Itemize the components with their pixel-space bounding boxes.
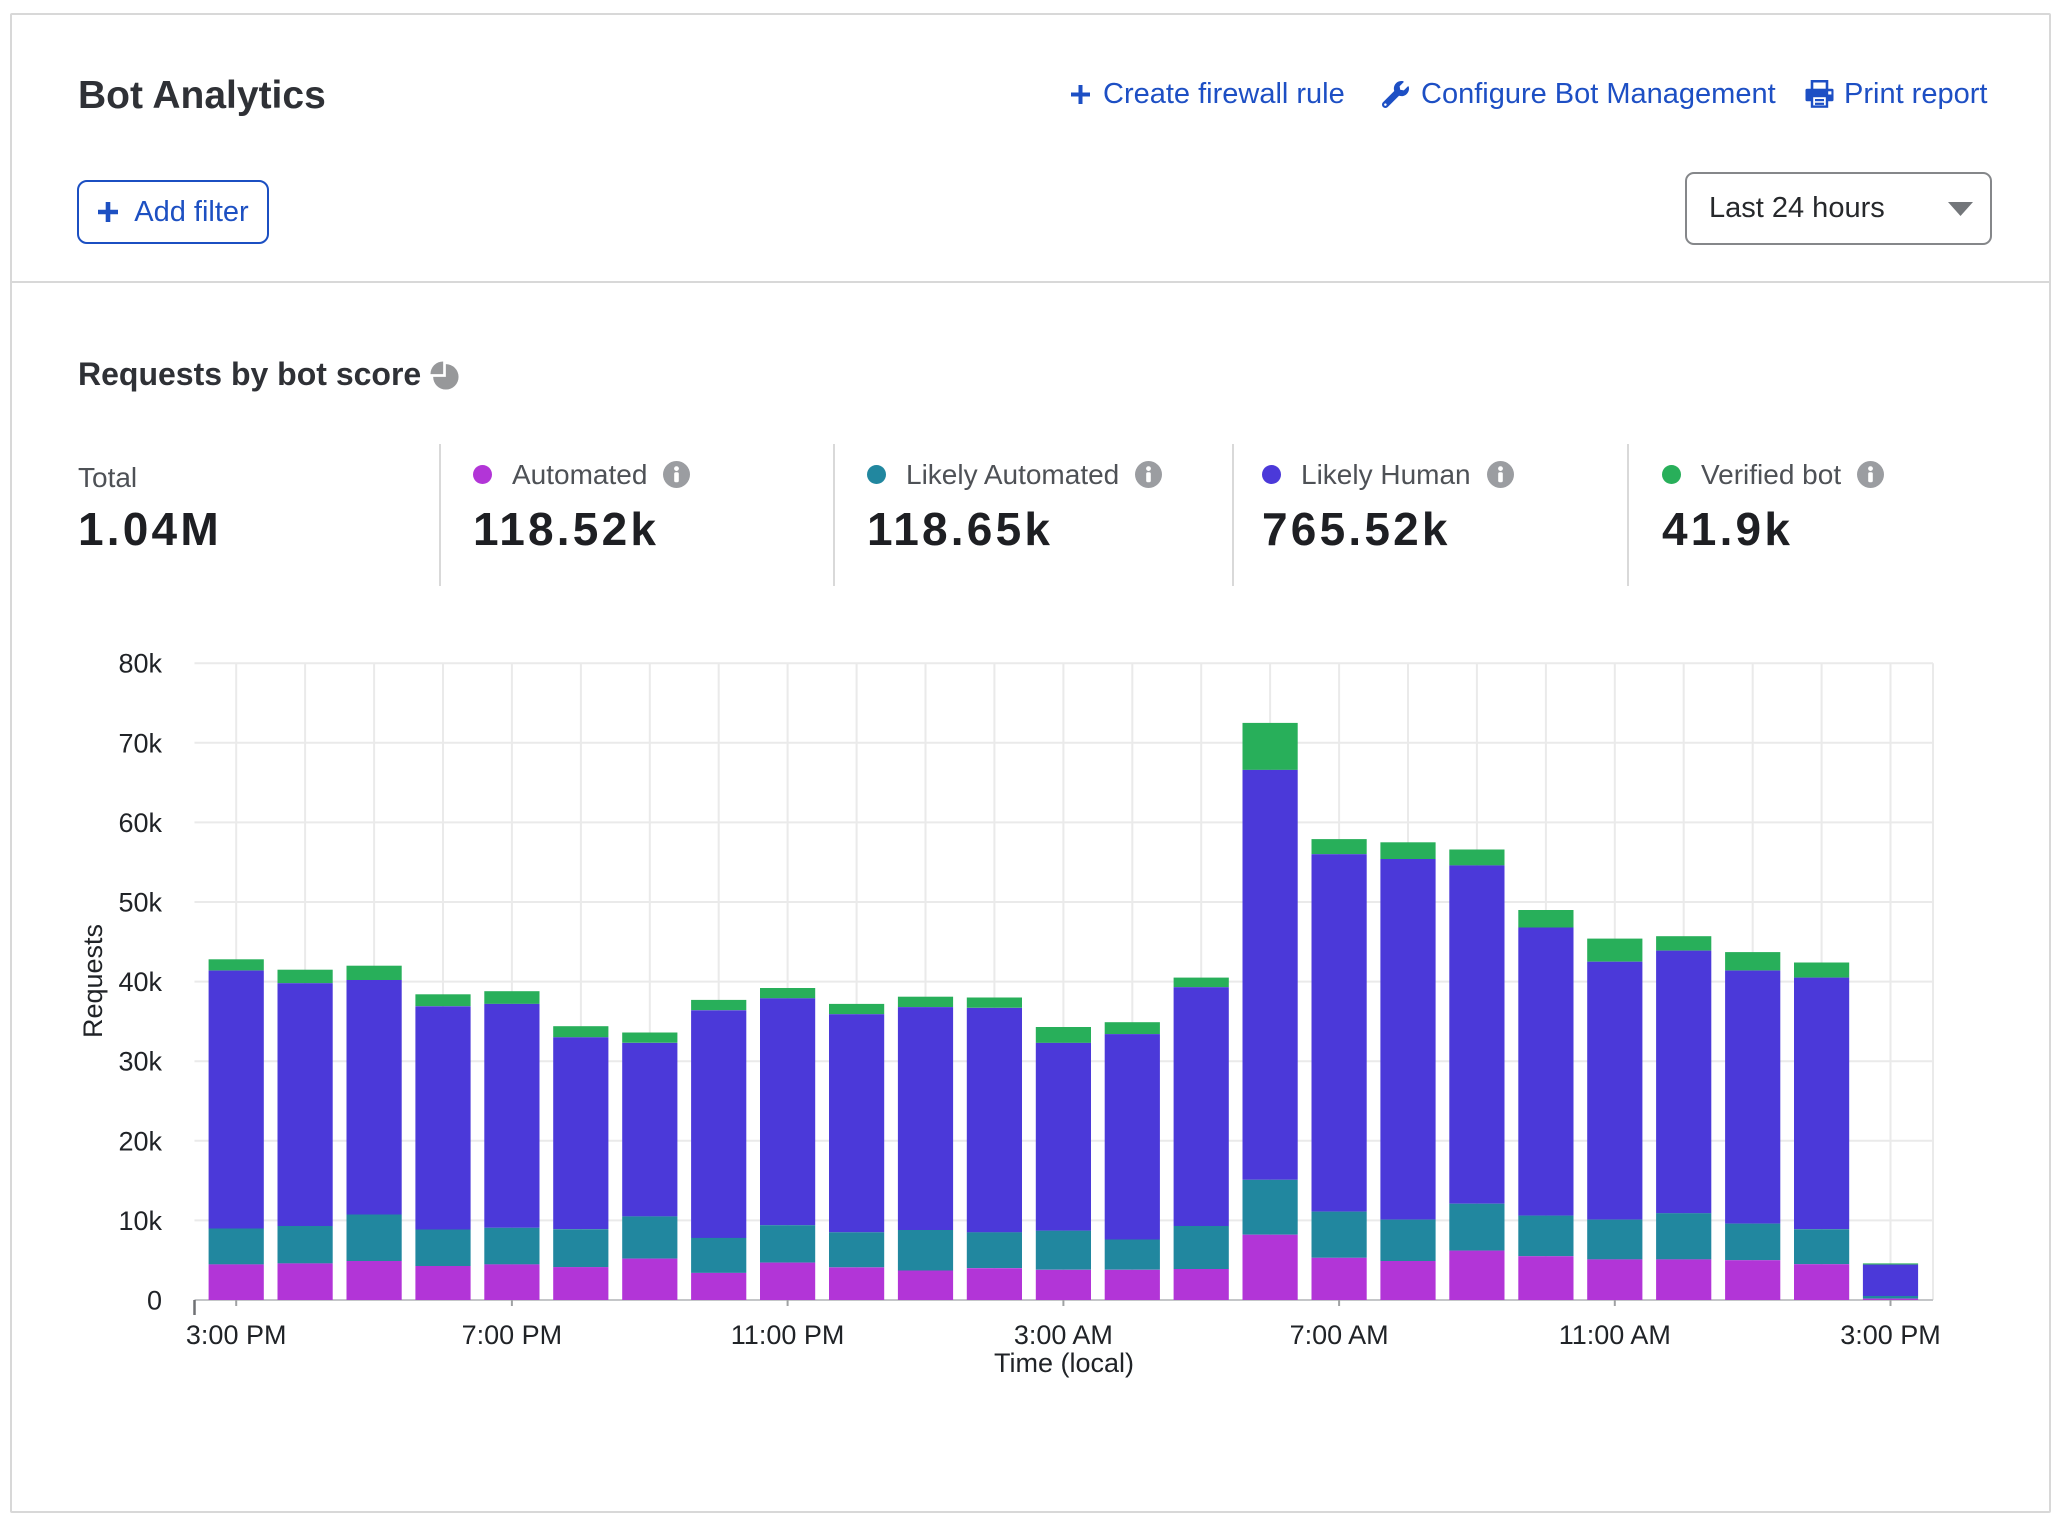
svg-text:3:00 PM: 3:00 PM xyxy=(1840,1320,1941,1350)
svg-text:11:00 PM: 11:00 PM xyxy=(731,1320,845,1350)
svg-text:30k: 30k xyxy=(118,1047,162,1077)
svg-text:11:00 AM: 11:00 AM xyxy=(1559,1320,1671,1350)
svg-text:3:00 AM: 3:00 AM xyxy=(1014,1320,1113,1350)
svg-text:20k: 20k xyxy=(118,1126,162,1156)
svg-text:70k: 70k xyxy=(118,728,162,758)
svg-text:10k: 10k xyxy=(118,1206,162,1236)
svg-text:7:00 PM: 7:00 PM xyxy=(462,1320,563,1350)
svg-text:Requests: Requests xyxy=(78,924,108,1038)
svg-text:7:00 AM: 7:00 AM xyxy=(1290,1320,1389,1350)
svg-text:60k: 60k xyxy=(118,808,162,838)
svg-text:Time (local): Time (local) xyxy=(994,1348,1134,1378)
svg-text:3:00 PM: 3:00 PM xyxy=(186,1320,287,1350)
svg-text:50k: 50k xyxy=(118,888,162,918)
svg-text:40k: 40k xyxy=(118,967,162,997)
svg-text:80k: 80k xyxy=(118,649,162,679)
svg-text:0: 0 xyxy=(147,1286,162,1316)
